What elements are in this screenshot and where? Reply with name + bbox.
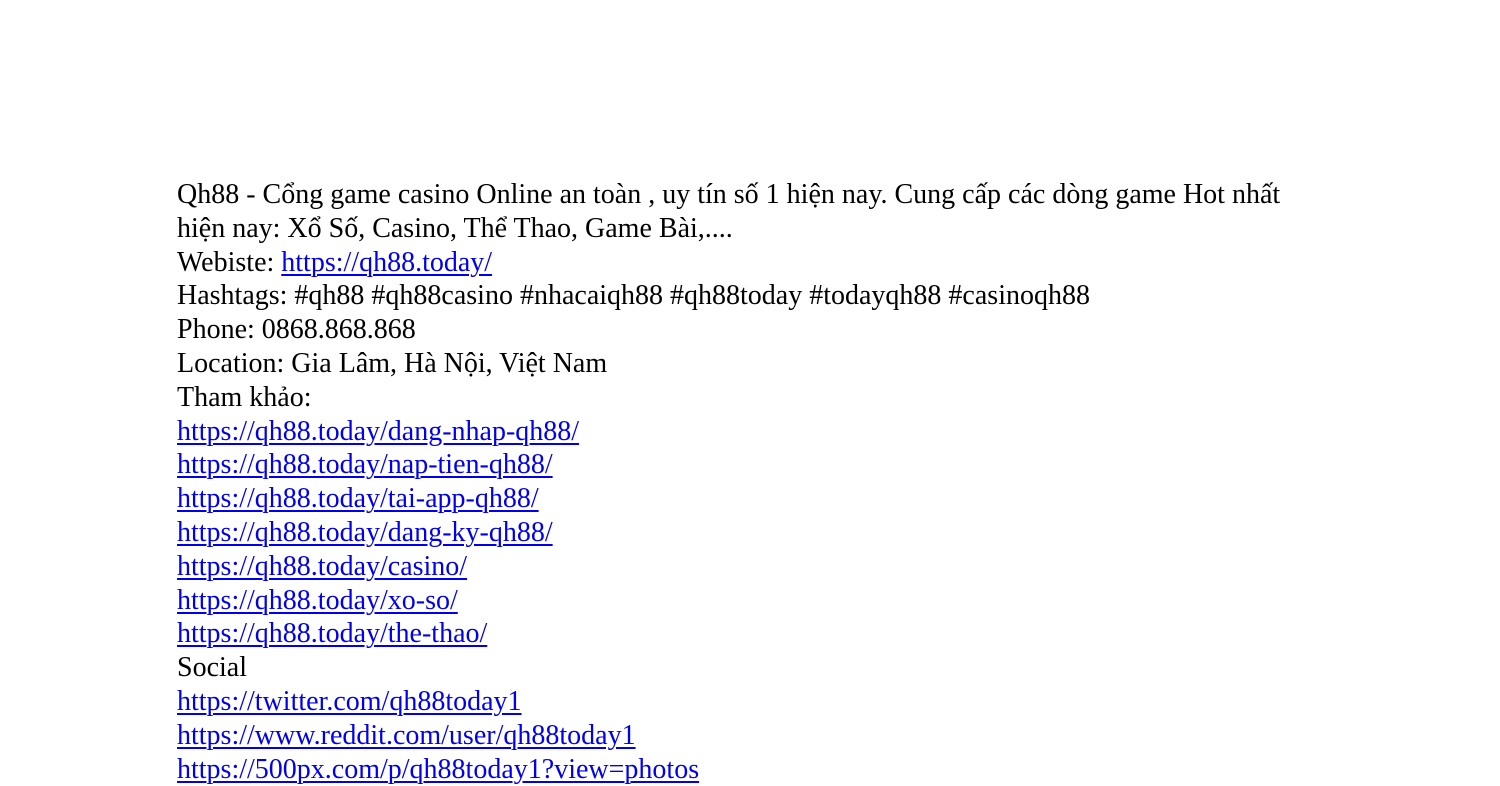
intro-paragraph: Qh88 - Cổng game casino Online an toàn ,… bbox=[177, 179, 1281, 244]
hashtags-line: Hashtags: #qh88 #qh88casino #nhacaiqh88 … bbox=[177, 280, 1090, 312]
social-link-twitter[interactable]: https://twitter.com/qh88today1 bbox=[177, 686, 522, 717]
reference-link-casino[interactable]: https://qh88.today/casino/ bbox=[177, 551, 467, 582]
website-label: Webiste: bbox=[177, 246, 282, 278]
reference-link-dang-nhap[interactable]: https://qh88.today/dang-nhap-qh88/ bbox=[177, 416, 579, 447]
website-line: Webiste: https://qh88.today/ bbox=[177, 246, 1317, 280]
reference-link-dang-ky[interactable]: https://qh88.today/dang-ky-qh88/ bbox=[177, 517, 553, 548]
reference-heading: Tham khảo: bbox=[177, 381, 312, 413]
reference-link-the-thao[interactable]: https://qh88.today/the-thao/ bbox=[177, 618, 487, 649]
social-link-reddit[interactable]: https://www.reddit.com/user/qh88today1 bbox=[177, 720, 636, 751]
reference-link-tai-app[interactable]: https://qh88.today/tai-app-qh88/ bbox=[177, 483, 539, 514]
social-heading: Social bbox=[177, 652, 247, 684]
social-link-500px[interactable]: https://500px.com/p/qh88today1?view=phot… bbox=[177, 754, 699, 785]
reference-link-xo-so[interactable]: https://qh88.today/xo-so/ bbox=[177, 585, 458, 616]
website-link[interactable]: https://qh88.today/ bbox=[281, 247, 492, 278]
document-body: Qh88 - Cổng game casino Online an toàn ,… bbox=[177, 178, 1317, 786]
location-line: Location: Gia Lâm, Hà Nội, Việt Nam bbox=[177, 347, 608, 379]
phone-line: Phone: 0868.868.868 bbox=[177, 314, 416, 346]
reference-link-nap-tien[interactable]: https://qh88.today/nap-tien-qh88/ bbox=[177, 449, 553, 480]
